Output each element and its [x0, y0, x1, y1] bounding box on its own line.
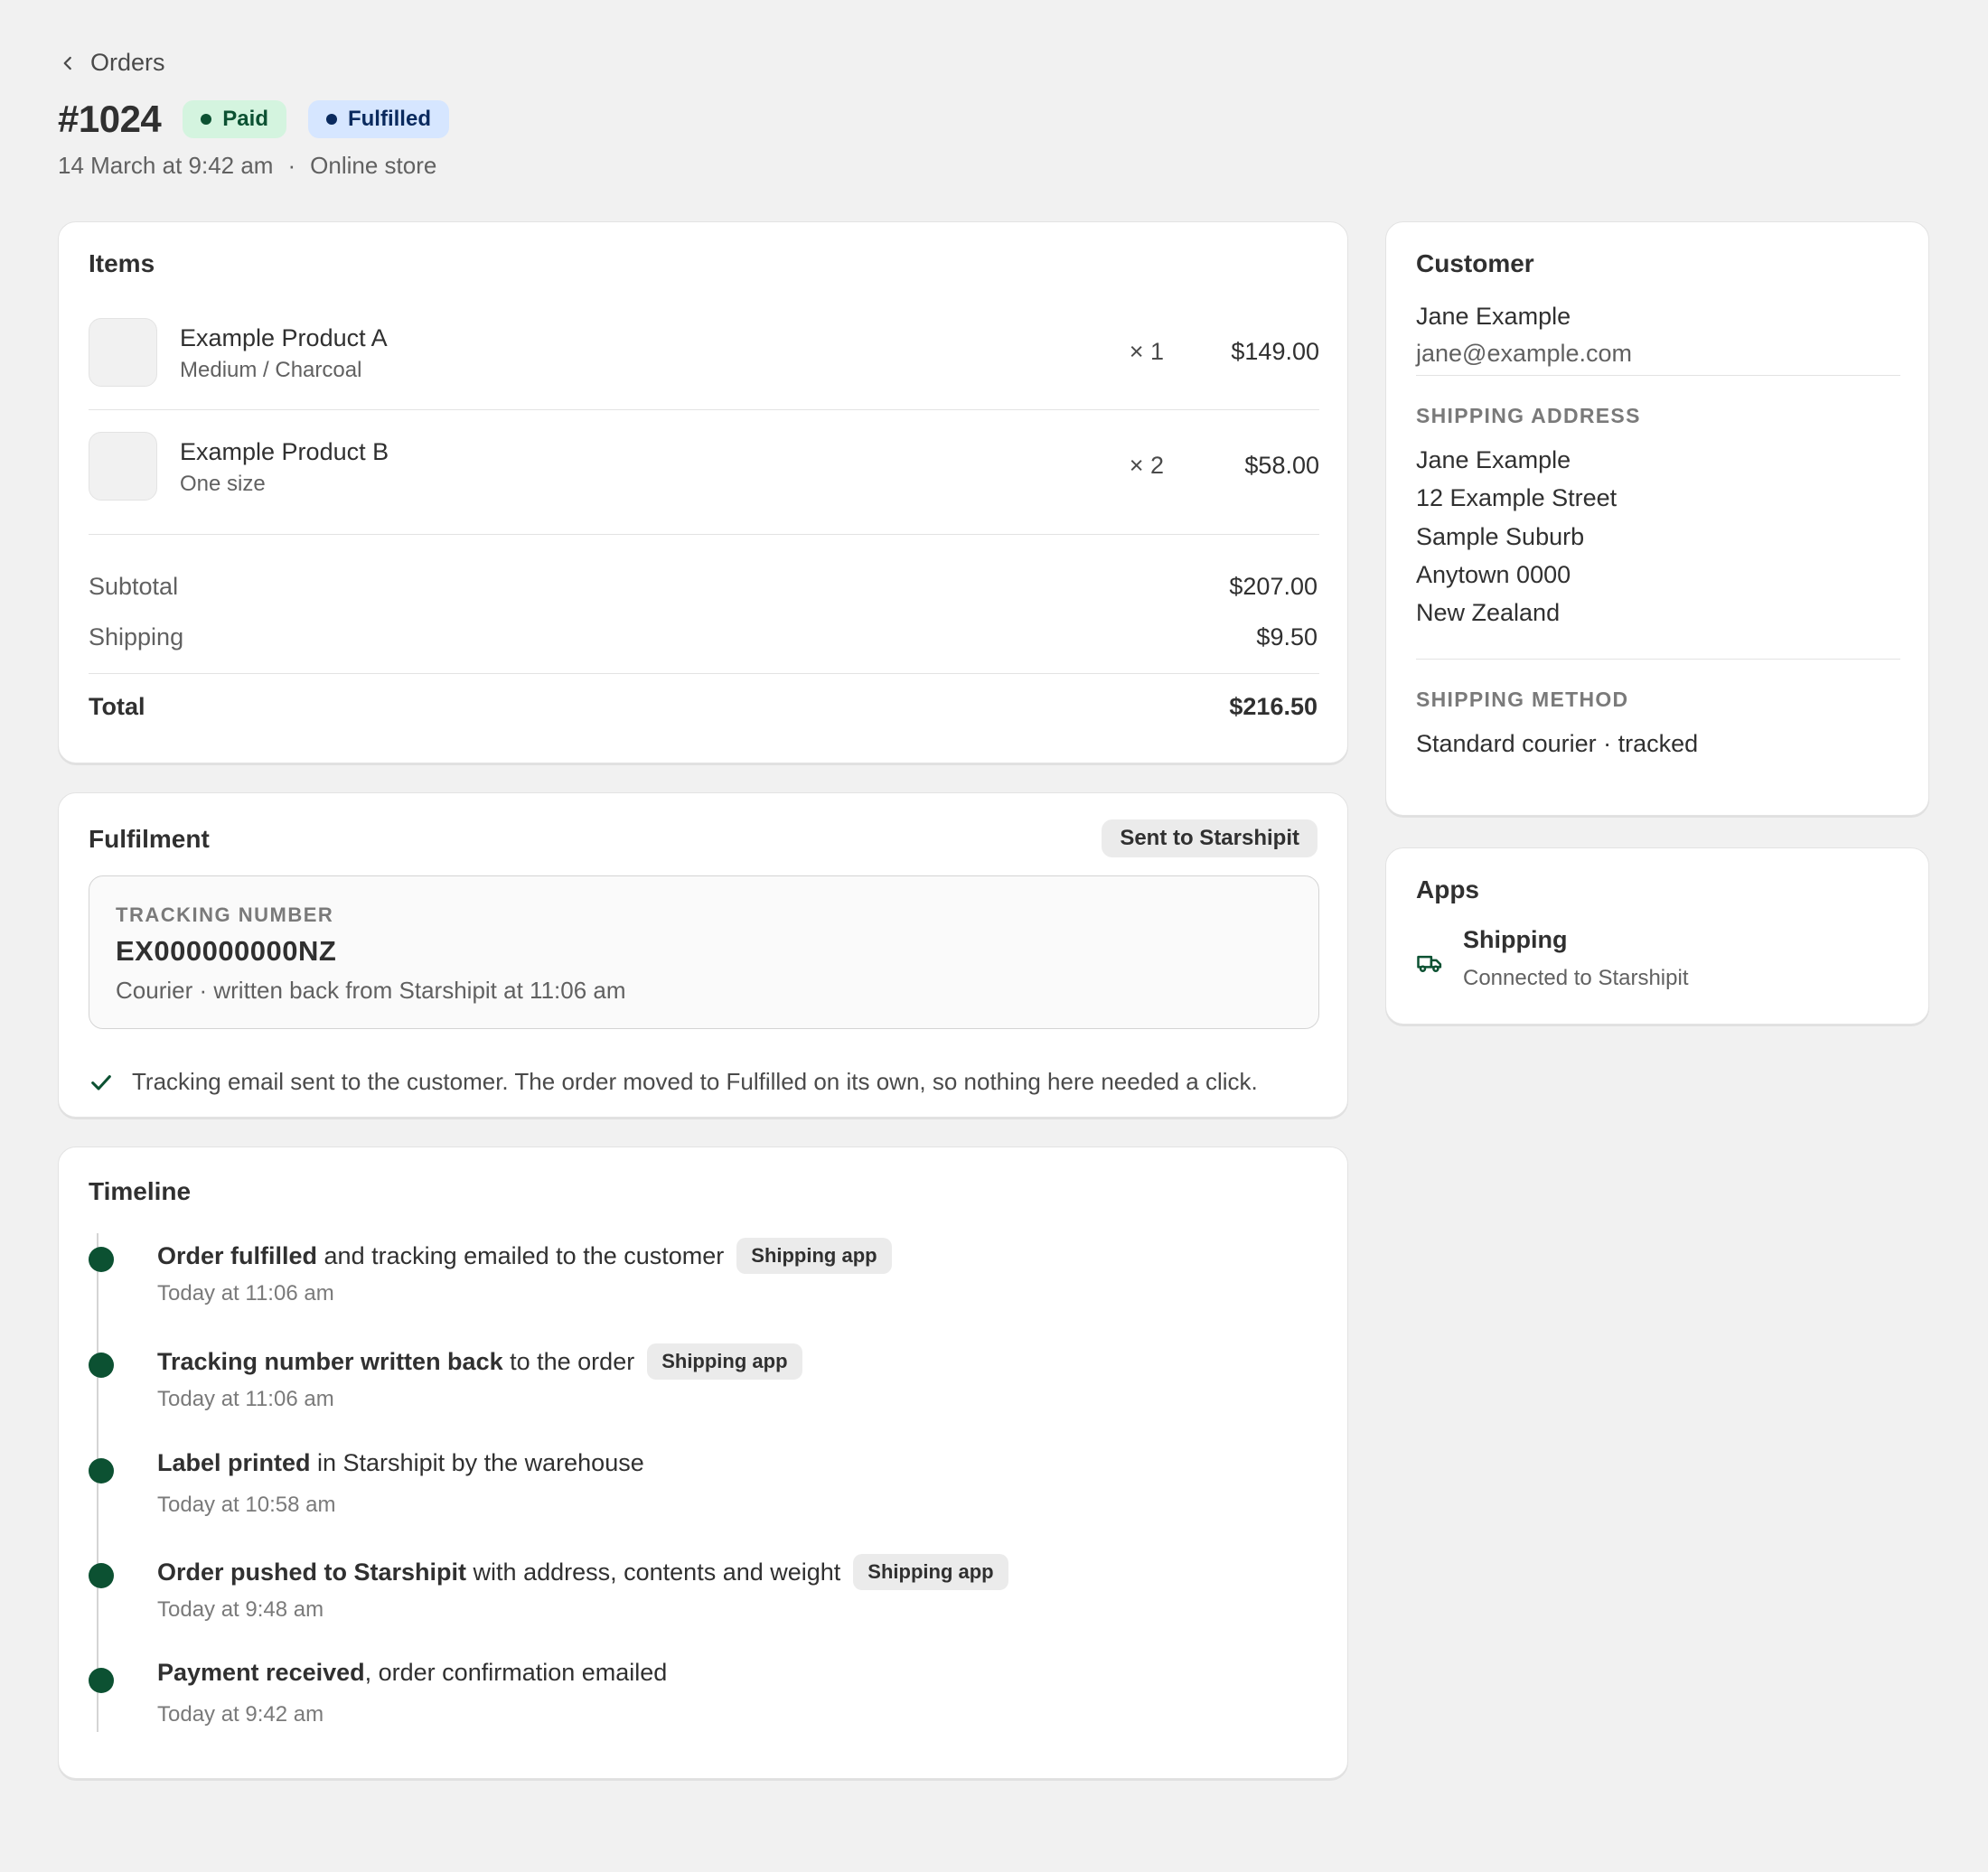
product-quantity: × 1 — [1129, 338, 1164, 365]
status-dot-icon — [201, 114, 212, 125]
fulfillment-status-badge: Fulfilled — [307, 100, 449, 138]
fulfilment-status-pill: Sent to Starshipit — [1102, 819, 1318, 857]
checkmark-icon — [91, 1074, 111, 1090]
shipping-method-label: SHIPPING METHOD — [1416, 688, 1629, 711]
event-title: Label printed — [157, 1449, 311, 1476]
event-description: , order confirmation emailed — [364, 1659, 668, 1686]
address-line: Jane Example — [1416, 446, 1571, 473]
apps-card-title: Apps — [1416, 875, 1479, 903]
items-card-title: Items — [89, 249, 155, 277]
address-divider — [1416, 659, 1900, 660]
event-source-tag: Shipping app — [853, 1554, 1008, 1590]
back-to-orders-link[interactable]: Orders — [58, 49, 165, 77]
fulfilment-message-text: Tracking email sent to the customer. The… — [132, 1068, 1258, 1095]
event-time: Today at 10:58 am — [157, 1493, 336, 1517]
timeline-dot-icon — [89, 1563, 114, 1588]
back-link-label: Orders — [90, 49, 165, 76]
truck-icon — [1417, 955, 1442, 972]
product-variant: One size — [180, 472, 266, 496]
shipping-address-label: SHIPPING ADDRESS — [1416, 404, 1641, 427]
order-detail-page: Orders #1024 Paid Fulfilled 14 March at … — [0, 0, 1988, 1872]
address-line: Anytown 0000 — [1416, 561, 1571, 588]
product-name: Example Product A — [180, 324, 388, 351]
product-quantity: × 2 — [1129, 452, 1164, 479]
customer-email[interactable]: jane@example.com — [1416, 340, 1632, 368]
payment-status-badge: Paid — [183, 100, 286, 138]
tracking-number-label: TRACKING NUMBER — [116, 903, 334, 926]
sales-channel: Online store — [310, 152, 437, 179]
event-time: Today at 9:48 am — [157, 1597, 324, 1622]
product-thumbnail — [89, 432, 157, 501]
event-time: Today at 11:06 am — [157, 1387, 334, 1411]
item-divider — [89, 409, 1319, 410]
total-value: $216.50 — [1229, 693, 1318, 720]
payment-status-label: Paid — [222, 107, 268, 131]
fulfilment-message: Tracking email sent to the customer. The… — [89, 1068, 1258, 1096]
subtotal-value: $207.00 — [1229, 573, 1318, 600]
timeline-dot-icon — [89, 1668, 114, 1693]
product-name: Example Product B — [180, 438, 389, 465]
line-item[interactable]: Example Product B One size × 2 $58.00 — [89, 432, 1319, 502]
total-label: Total — [89, 693, 145, 720]
product-variant: Medium / Charcoal — [180, 358, 362, 382]
event-title: Payment received — [157, 1659, 365, 1686]
order-id: #1024 — [58, 98, 162, 140]
subtotal-label: Subtotal — [89, 573, 179, 600]
tracking-number[interactable]: EX000000000NZ — [116, 935, 336, 968]
fulfilment-card: Fulfilment Sent to Starshipit TRACKING N… — [58, 792, 1348, 1118]
customer-card: Customer Jane Example jane@example.com S… — [1385, 221, 1929, 816]
fulfillment-status-label: Fulfilled — [347, 107, 431, 131]
address-line: Sample Suburb — [1416, 523, 1585, 550]
event-time: Today at 9:42 am — [157, 1702, 324, 1727]
items-card: Items Example Product A Medium / Charcoa… — [58, 221, 1348, 763]
product-price: $149.00 — [1231, 338, 1319, 365]
app-name[interactable]: Shipping — [1463, 926, 1567, 954]
fulfilment-card-title: Fulfilment — [89, 825, 210, 853]
title-row: #1024 Paid Fulfilled — [58, 98, 471, 141]
timeline-dot-icon — [89, 1458, 114, 1484]
order-subtitle: 14 March at 9:42 am · Online store — [58, 152, 436, 180]
event-source-tag: Shipping app — [647, 1343, 802, 1380]
customer-card-title: Customer — [1416, 249, 1534, 277]
customer-divider — [1416, 375, 1900, 376]
app-status: Connected to Starshipit — [1463, 966, 1689, 990]
subtitle-separator: · — [287, 152, 296, 179]
shipping-value: $9.50 — [1256, 623, 1318, 651]
event-source-tag: Shipping app — [736, 1238, 892, 1274]
event-description: with address, contents and weight — [466, 1558, 841, 1586]
event-title: Order pushed to Starshipit — [157, 1558, 467, 1586]
line-item[interactable]: Example Product A Medium / Charcoal × 1 … — [89, 318, 1319, 388]
timeline-dot-icon — [89, 1353, 114, 1378]
order-date: 14 March at 9:42 am — [58, 152, 274, 179]
product-price: $58.00 — [1244, 452, 1319, 479]
event-description: to the order — [502, 1347, 635, 1375]
total-divider — [89, 673, 1319, 674]
tracking-box: TRACKING NUMBER EX000000000NZ Courier · … — [89, 875, 1319, 1029]
product-thumbnail — [89, 318, 157, 387]
customer-name[interactable]: Jane Example — [1416, 303, 1571, 331]
chevron-left-icon — [63, 56, 71, 70]
shipping-method-value: Standard courier · tracked — [1416, 730, 1699, 757]
event-title: Tracking number written back — [157, 1347, 503, 1375]
event-time: Today at 11:06 am — [157, 1281, 334, 1306]
tracking-note: Courier · written back from Starshipit a… — [116, 977, 626, 1004]
timeline-card: Timeline Order fulfilled and tracking em… — [58, 1147, 1348, 1779]
shipping-label: Shipping — [89, 623, 184, 651]
timeline-card-title: Timeline — [89, 1177, 192, 1205]
event-title: Order fulfilled — [157, 1241, 318, 1269]
event-description: and tracking emailed to the customer — [317, 1241, 725, 1269]
address-line: 12 Example Street — [1416, 484, 1618, 511]
timeline-dot-icon — [89, 1247, 114, 1272]
address-line: New Zealand — [1416, 599, 1561, 626]
apps-card: Apps Shipping Connected to Starshipit — [1385, 847, 1929, 1025]
items-divider — [89, 534, 1319, 535]
event-description: in Starshipit by the warehouse — [310, 1449, 644, 1476]
status-dot-icon — [325, 114, 337, 125]
